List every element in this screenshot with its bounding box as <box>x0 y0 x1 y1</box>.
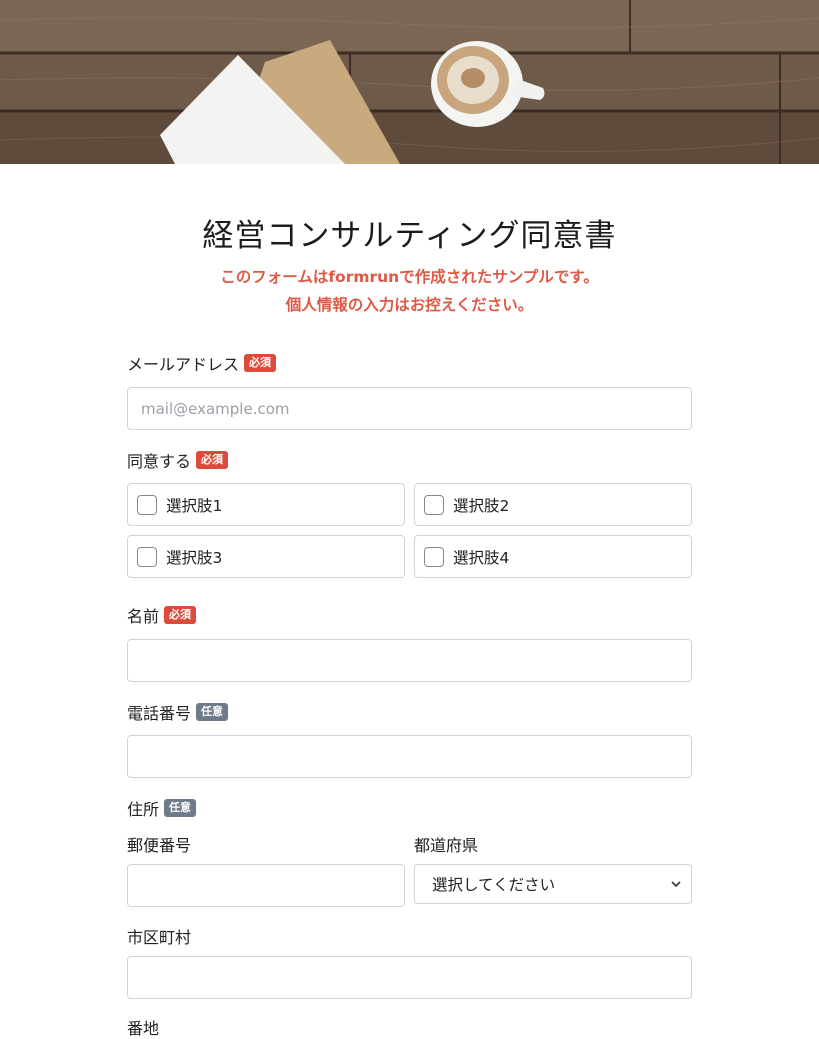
required-badge: 必須 <box>244 354 277 372</box>
name-label-text: 名前 <box>127 607 160 626</box>
name-label: 名前 必須 <box>127 604 197 626</box>
privacy-notice: 個人情報の入力はお控えください。 <box>285 296 534 314</box>
consent-label: 同意する 必須 <box>127 449 229 471</box>
email-label: メールアドレス 必須 <box>127 352 277 374</box>
postal-code-field[interactable] <box>127 864 405 907</box>
consent-option-4[interactable]: 選択肢4 <box>414 535 692 578</box>
checkbox-icon[interactable] <box>137 546 157 567</box>
consent-option-label: 選択肢2 <box>453 496 510 515</box>
postal-code-label: 郵便番号 <box>127 836 192 855</box>
form-title: 経営コンサルティング同意書 <box>202 218 617 254</box>
phone-field[interactable] <box>127 735 692 778</box>
city-label: 市区町村 <box>127 928 192 947</box>
street-label: 番地 <box>127 1019 160 1038</box>
optional-badge: 任意 <box>196 703 229 721</box>
required-badge: 必須 <box>164 606 197 624</box>
phone-label-text: 電話番号 <box>127 704 192 723</box>
required-badge: 必須 <box>196 451 229 469</box>
city-field[interactable] <box>127 956 692 999</box>
name-field[interactable] <box>127 639 692 682</box>
checkbox-icon[interactable] <box>424 546 444 567</box>
email-field[interactable] <box>127 387 692 430</box>
consent-option-2[interactable]: 選択肢2 <box>414 483 692 526</box>
prefecture-label: 都道府県 <box>414 836 479 855</box>
consent-option-label: 選択肢3 <box>166 548 223 567</box>
checkbox-icon[interactable] <box>424 494 444 515</box>
consent-label-text: 同意する <box>127 452 192 471</box>
address-label-text: 住所 <box>127 800 160 819</box>
prefecture-selected-value: 選択してください <box>432 876 556 894</box>
optional-badge: 任意 <box>164 799 197 817</box>
consent-option-label: 選択肢4 <box>453 548 510 567</box>
sample-notice: このフォームはformrunで作成されたサンプルです。 <box>220 268 599 286</box>
checkbox-icon[interactable] <box>137 494 157 515</box>
prefecture-select[interactable]: 選択してください <box>414 864 692 904</box>
phone-label: 電話番号 任意 <box>127 701 229 723</box>
address-label: 住所 任意 <box>127 797 197 819</box>
consent-option-label: 選択肢1 <box>166 496 223 515</box>
consent-option-1[interactable]: 選択肢1 <box>127 483 405 526</box>
header-image <box>0 0 819 164</box>
consent-option-3[interactable]: 選択肢3 <box>127 535 405 578</box>
email-label-text: メールアドレス <box>127 355 240 374</box>
chevron-down-icon <box>671 877 681 891</box>
